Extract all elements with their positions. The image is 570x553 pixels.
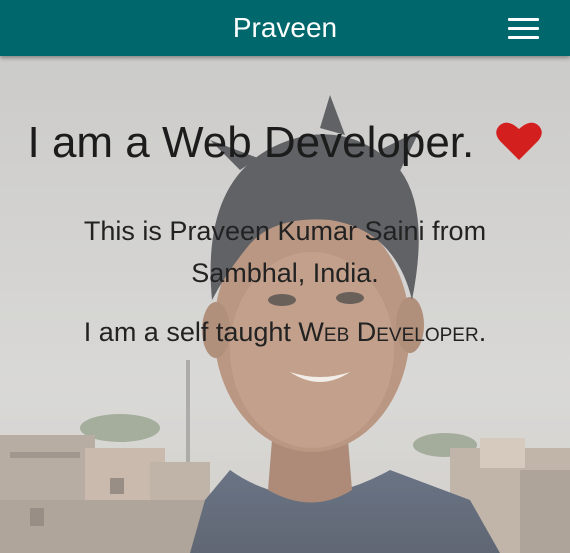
app-title[interactable]: Praveen	[0, 0, 570, 56]
menu-bar	[508, 18, 539, 21]
self-taught-text: I am a self taught Web Developer.	[0, 312, 570, 352]
menu-bar	[508, 27, 539, 30]
intro-text: This is Praveen Kumar Saini from Sambhal…	[83, 216, 487, 288]
menu-bar	[508, 36, 539, 39]
web-developer-emphasis: Web Developer	[298, 317, 479, 347]
heart-icon	[496, 121, 543, 172]
app-bar: Praveen	[0, 0, 570, 56]
hamburger-menu-icon[interactable]	[504, 14, 542, 44]
self-taught-suffix: .	[478, 317, 487, 347]
hero-heading-text: I am a Web Developer.	[27, 118, 475, 167]
page: Praveen I am a Web Developer. This is Pr…	[0, 0, 570, 553]
hero-heading: I am a Web Developer.	[0, 118, 570, 172]
self-taught-prefix: I am a self taught	[83, 317, 299, 347]
